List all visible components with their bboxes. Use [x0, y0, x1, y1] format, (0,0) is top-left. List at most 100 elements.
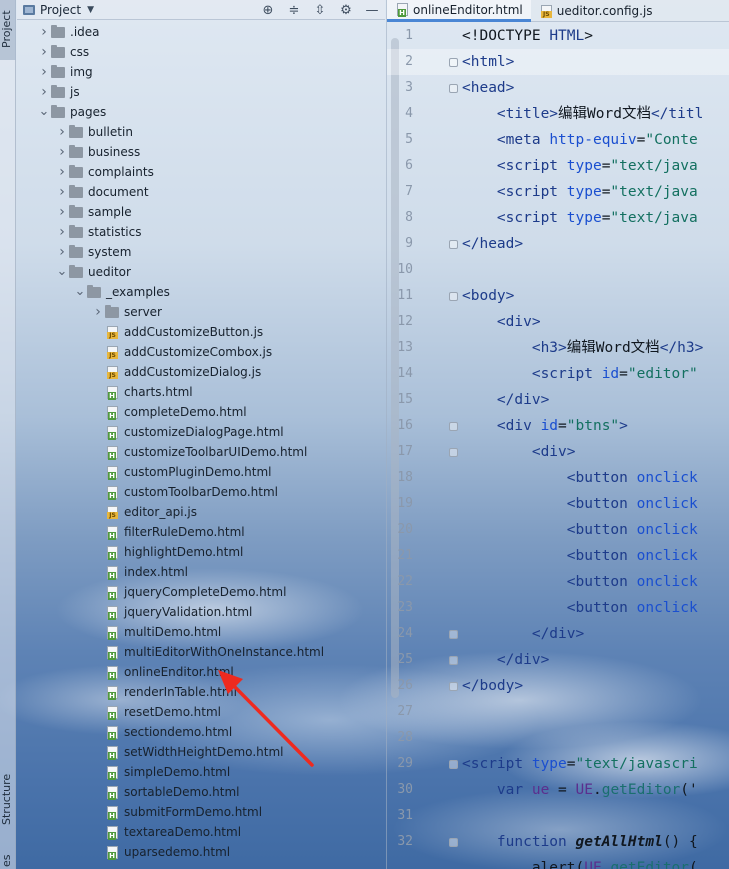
tree-file-row[interactable]: customPluginDemo.html — [91, 462, 272, 482]
code-token: = — [549, 782, 576, 798]
project-panel-title[interactable]: Project — [40, 3, 81, 17]
tree-folder-row[interactable]: › img — [37, 62, 92, 82]
tree-folder-row[interactable]: › statistics — [55, 222, 141, 242]
chevron-down-icon[interactable]: ⌄ — [37, 102, 51, 122]
tree-folder-row[interactable]: › document — [55, 182, 148, 202]
tree-folder-row[interactable]: › sample — [55, 202, 131, 222]
line-number: 1 — [405, 28, 413, 43]
tree-item-label: css — [70, 45, 90, 59]
tree-file-row[interactable]: submitFormDemo.html — [91, 802, 262, 822]
chevron-down-icon[interactable]: ⌄ — [73, 282, 87, 302]
tree-file-row[interactable]: editor_api.js — [91, 502, 197, 522]
tree-file-row[interactable]: index.html — [91, 562, 188, 582]
code-token: <button — [566, 522, 637, 538]
chevron-right-icon[interactable]: › — [37, 62, 51, 82]
tree-file-row[interactable]: resetDemo.html — [91, 702, 221, 722]
tool-window-strip: Project Structure es — [0, 0, 16, 869]
gear-icon[interactable]: ⚙ — [333, 0, 359, 20]
code-token: UE — [575, 782, 593, 798]
target-icon[interactable]: ⊕ — [255, 0, 281, 20]
tree-file-row[interactable]: renderInTable.html — [91, 682, 237, 702]
code-token: onclick — [636, 548, 698, 564]
editor-tab[interactable]: ueditor.config.js — [531, 0, 661, 22]
tree-item-label: business — [88, 145, 141, 159]
tree-file-row[interactable]: filterRuleDemo.html — [91, 522, 245, 542]
code-token: <h3> — [531, 340, 567, 356]
tree-file-row[interactable]: textareaDemo.html — [91, 822, 241, 842]
tree-file-row[interactable]: customToolbarDemo.html — [91, 482, 278, 502]
fold-marker-icon[interactable] — [449, 422, 458, 431]
tree-folder-row[interactable]: › system — [55, 242, 131, 262]
structure-tool-tab[interactable]: Structure — [0, 770, 16, 828]
chevron-down-icon[interactable]: ▼ — [87, 5, 94, 15]
tree-file-row[interactable]: addCustomizeButton.js — [91, 322, 263, 342]
code-line: <script type="text/java — [462, 153, 698, 179]
chevron-right-icon[interactable]: › — [37, 42, 51, 62]
code-token: "text/java — [610, 210, 698, 226]
chevron-right-icon[interactable]: › — [55, 162, 69, 182]
tree-file-row[interactable]: sortableDemo.html — [91, 782, 240, 802]
tree-file-row[interactable]: highlightDemo.html — [91, 542, 243, 562]
tree-folder-row[interactable]: › js — [37, 82, 79, 102]
tree-folder-row[interactable]: › css — [37, 42, 89, 62]
minimize-icon[interactable]: — — [359, 0, 385, 20]
tree-item-label: index.html — [124, 565, 188, 579]
tree-folder-row[interactable]: ⌄ pages — [37, 102, 106, 122]
code-token: 编辑Word文档 — [558, 106, 651, 122]
tree-file-row[interactable]: uparsedemo.html — [91, 842, 230, 862]
tree-folder-row[interactable]: › business — [55, 142, 140, 162]
fold-marker-icon[interactable] — [449, 656, 458, 665]
tree-file-row[interactable]: onlineEnditor.html — [91, 662, 234, 682]
code-token: <body> — [462, 288, 515, 304]
fold-marker-icon[interactable] — [449, 240, 458, 249]
chevron-right-icon[interactable]: › — [55, 182, 69, 202]
chevron-right-icon[interactable]: › — [37, 22, 51, 42]
project-tool-tab[interactable]: Project — [0, 0, 16, 60]
chevron-down-icon[interactable]: ⌄ — [55, 262, 69, 282]
fold-marker-icon[interactable] — [449, 292, 458, 301]
tree-item-label: onlineEnditor.html — [124, 665, 234, 679]
folder-icon — [51, 24, 65, 38]
fold-marker-icon[interactable] — [449, 84, 458, 93]
tree-file-row[interactable]: setWidthHeightDemo.html — [91, 742, 283, 762]
fold-marker-icon[interactable] — [449, 760, 458, 769]
tree-file-row[interactable]: jqueryCompleteDemo.html — [91, 582, 286, 602]
chevron-right-icon[interactable]: › — [55, 242, 69, 262]
chevron-right-icon[interactable]: › — [55, 142, 69, 162]
fold-marker-icon[interactable] — [449, 448, 458, 457]
chevron-right-icon[interactable]: › — [37, 82, 51, 102]
tree-file-row[interactable]: simpleDemo.html — [91, 762, 230, 782]
tree-folder-row[interactable]: ⌄ ueditor — [55, 262, 131, 282]
tree-file-row[interactable]: sectiondemo.html — [91, 722, 232, 742]
editor-tab[interactable]: onlineEnditor.html — [387, 0, 531, 22]
tree-folder-row[interactable]: ⌄ _examples — [73, 282, 170, 302]
tree-file-row[interactable]: completeDemo.html — [91, 402, 247, 422]
tree-file-row[interactable]: addCustomizeCombox.js — [91, 342, 272, 362]
collapse-all-icon[interactable]: ⇳ — [307, 0, 333, 20]
expand-all-icon[interactable]: ≑ — [281, 0, 307, 20]
tree-file-row[interactable]: addCustomizeDialog.js — [91, 362, 261, 382]
fold-marker-icon[interactable] — [449, 682, 458, 691]
html-file-icon — [397, 3, 408, 17]
chevron-right-icon[interactable]: › — [55, 202, 69, 222]
tree-file-row[interactable]: multiEditorWithOneInstance.html — [91, 642, 324, 662]
chevron-right-icon[interactable]: › — [91, 302, 105, 322]
fold-marker-icon[interactable] — [449, 58, 458, 67]
tree-folder-row[interactable]: › complaints — [55, 162, 154, 182]
code-area[interactable]: <!DOCTYPE HTML> <html> <head> <title>编辑Wor… — [462, 22, 729, 869]
code-line: <script type="text/java — [462, 205, 698, 231]
tree-folder-row[interactable]: › server — [91, 302, 162, 322]
tree-file-row[interactable]: charts.html — [91, 382, 193, 402]
tree-folder-row[interactable]: › .idea — [37, 22, 99, 42]
tree-folder-row[interactable]: › bulletin — [55, 122, 133, 142]
tree-file-row[interactable]: multiDemo.html — [91, 622, 221, 642]
bottom-tool-tab[interactable]: es — [0, 852, 16, 869]
tree-file-row[interactable]: customizeToolbarUIDemo.html — [91, 442, 307, 462]
fold-marker-icon[interactable] — [449, 630, 458, 639]
chevron-right-icon[interactable]: › — [55, 222, 69, 242]
code-token: getEditor — [601, 782, 681, 798]
chevron-right-icon[interactable]: › — [55, 122, 69, 142]
fold-marker-icon[interactable] — [449, 838, 458, 847]
tree-file-row[interactable]: jqueryValidation.html — [91, 602, 252, 622]
tree-file-row[interactable]: customizeDialogPage.html — [91, 422, 284, 442]
